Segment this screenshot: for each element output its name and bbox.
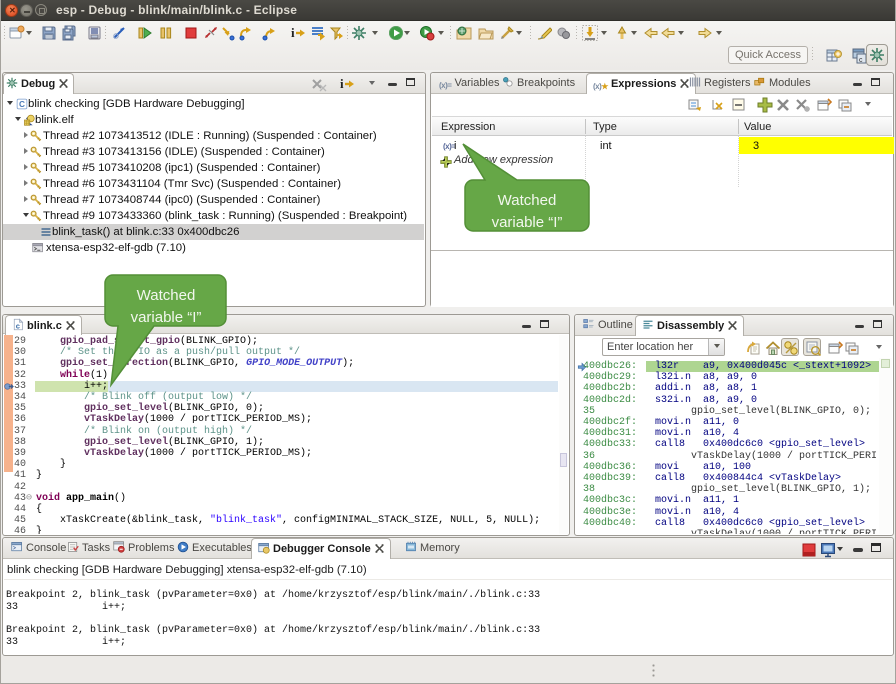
svg-text:c: c (859, 57, 863, 64)
svg-text:Watched: Watched (498, 192, 557, 209)
svg-text:c: c (16, 321, 20, 330)
svg-text:i: i (291, 25, 295, 40)
svg-text:i: i (340, 76, 344, 91)
svg-text:variable “I”: variable “I” (131, 309, 202, 326)
svg-text:C: C (19, 100, 25, 109)
svg-text:variable “I”: variable “I” (492, 214, 563, 231)
svg-text:Watched: Watched (137, 287, 196, 304)
